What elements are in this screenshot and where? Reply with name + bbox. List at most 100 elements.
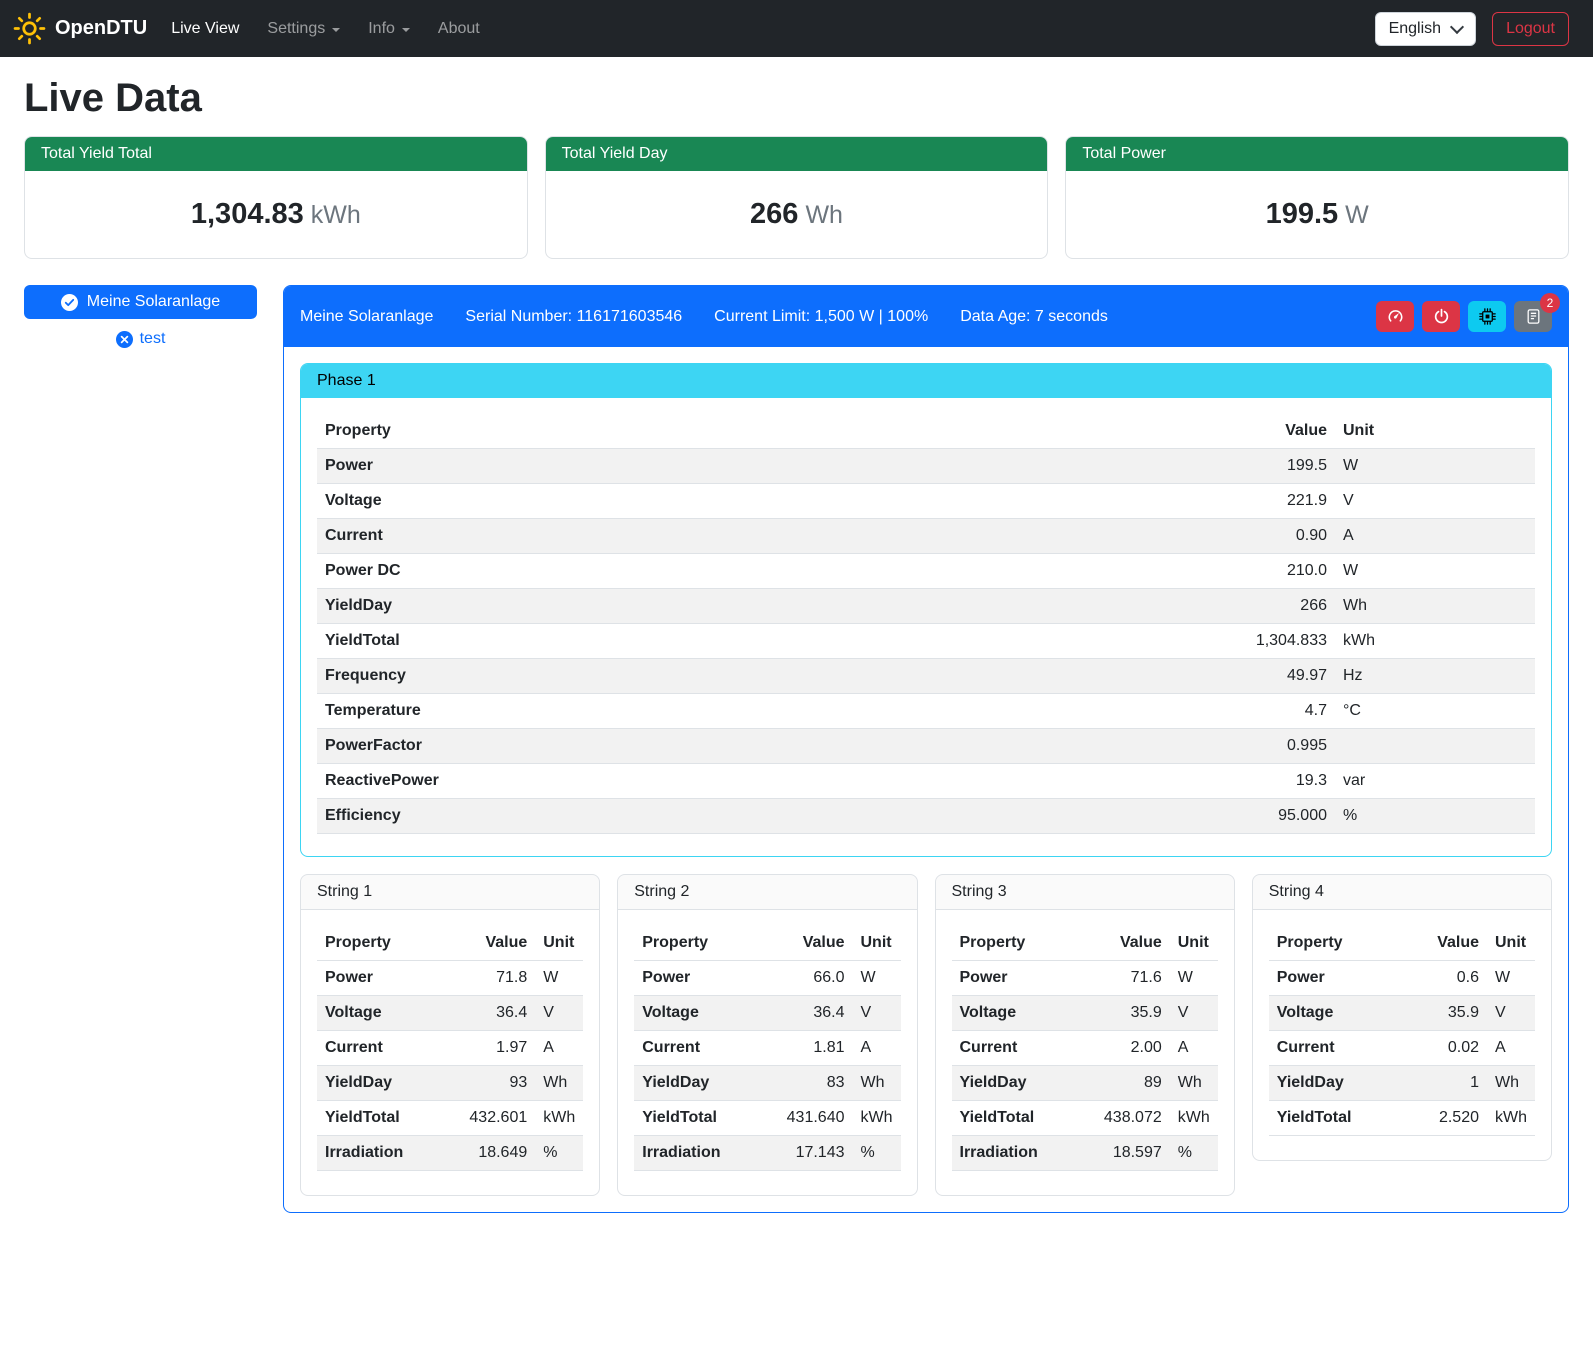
table-row: YieldTotal431.640kWh (634, 1101, 900, 1136)
table-header-row: Property Value Unit (317, 414, 1535, 449)
property-cell: Power (1269, 961, 1402, 996)
string-card-4: String 4PropertyValueUnitPower0.6WVoltag… (1252, 874, 1552, 1161)
property-cell: Voltage (317, 996, 450, 1031)
value-cell: 1,304.833 (1194, 624, 1335, 659)
property-cell: Irradiation (317, 1136, 450, 1171)
nav-item-settings[interactable]: Settings (253, 12, 354, 46)
unit-cell: A (1170, 1031, 1218, 1066)
power-button[interactable] (1422, 301, 1460, 332)
sidebar-item-label: Meine Solaranlage (87, 293, 220, 311)
table-row: Power199.5W (317, 449, 1535, 484)
navbar-right: English Logout (1375, 12, 1569, 46)
value-cell: 0.6 (1402, 961, 1487, 996)
sidebar-item-test[interactable]: test (24, 330, 257, 348)
unit-cell: % (1335, 799, 1535, 834)
table-row: Power0.6W (1269, 961, 1535, 996)
unit-cell: % (1170, 1136, 1218, 1171)
property-cell: Irradiation (952, 1136, 1085, 1171)
nav-item-info[interactable]: Info (354, 12, 424, 46)
string-card-3: String 3PropertyValueUnitPower71.6WVolta… (935, 874, 1235, 1196)
logout-button[interactable]: Logout (1492, 12, 1569, 46)
value-cell: 210.0 (1194, 554, 1335, 589)
property-cell: Power (952, 961, 1085, 996)
value-cell: 35.9 (1085, 996, 1170, 1031)
table-row: Voltage36.4V (634, 996, 900, 1031)
total-yield-total-card: Total Yield Total 1,304.83kWh (24, 136, 528, 259)
table-row: Current0.90A (317, 519, 1535, 554)
property-cell: YieldDay (952, 1066, 1085, 1101)
unit-cell: V (1487, 996, 1535, 1031)
string-table: PropertyValueUnitPower66.0WVoltage36.4VC… (634, 926, 900, 1171)
device-info-button[interactable] (1468, 301, 1506, 332)
unit-cell: Wh (1335, 589, 1535, 624)
property-cell: Current (317, 519, 1194, 554)
nav-item-live-view[interactable]: Live View (157, 12, 253, 46)
table-row: Power DC210.0W (317, 554, 1535, 589)
check-circle-icon (61, 294, 78, 311)
property-cell: Power DC (317, 554, 1194, 589)
column-header: Unit (853, 926, 901, 961)
property-cell: Voltage (952, 996, 1085, 1031)
value-cell: 17.143 (767, 1136, 852, 1171)
value-cell: 19.3 (1194, 764, 1335, 799)
unit-cell: A (1487, 1031, 1535, 1066)
value-cell: 4.7 (1194, 694, 1335, 729)
journal-icon (1525, 308, 1542, 325)
table-row: Frequency49.97Hz (317, 659, 1535, 694)
brand[interactable]: OpenDTU (13, 12, 147, 45)
column-header: Value (450, 926, 535, 961)
nav-item-label: Info (368, 20, 395, 38)
unit-cell: W (1335, 554, 1535, 589)
nav-item-label: About (438, 20, 480, 38)
brand-label: OpenDTU (55, 17, 147, 40)
property-cell: Voltage (317, 484, 1194, 519)
string-card-2: String 2 PropertyValueUnitPower66.0WVolta… (617, 874, 917, 1196)
value-cell: 83 (767, 1066, 852, 1101)
table-row: Voltage35.9V (1269, 996, 1535, 1031)
table-row: Current1.81A (634, 1031, 900, 1066)
unit-cell: kWh (1170, 1101, 1218, 1136)
value-cell: 93 (450, 1066, 535, 1101)
sidebar-item-meine-solaranlage[interactable]: Meine Solaranlage (24, 285, 257, 319)
property-cell: YieldTotal (317, 1101, 450, 1136)
limit-settings-button[interactable] (1376, 301, 1414, 332)
unit-cell: Wh (1487, 1066, 1535, 1101)
table-row: YieldTotal2.520kWh (1269, 1101, 1535, 1136)
value-cell: 1.97 (450, 1031, 535, 1066)
value-cell: 95.000 (1194, 799, 1335, 834)
column-header: Property (634, 926, 767, 961)
value-cell: 89 (1085, 1066, 1170, 1101)
value-cell: 18.597 (1085, 1136, 1170, 1171)
value-cell: 266 (1194, 589, 1335, 624)
nav-item-label: Live View (171, 20, 239, 38)
unit-cell: W (853, 961, 901, 996)
string-table: PropertyValueUnitPower0.6WVoltage35.9VCu… (1269, 926, 1535, 1136)
unit-cell: % (535, 1136, 583, 1171)
property-cell: YieldTotal (1269, 1101, 1402, 1136)
unit-cell: V (1170, 996, 1218, 1031)
value-cell: 221.9 (1194, 484, 1335, 519)
value-cell: 1.81 (767, 1031, 852, 1066)
table-row: Voltage35.9V (952, 996, 1218, 1031)
total-power-card: Total Power 199.5W (1065, 136, 1569, 259)
nav-item-about[interactable]: About (424, 12, 494, 46)
string-card-title: String 2 (618, 875, 916, 910)
table-row: YieldDay89Wh (952, 1066, 1218, 1101)
property-cell: Power (317, 449, 1194, 484)
unit-cell: Wh (853, 1066, 901, 1101)
unit-cell: kWh (853, 1101, 901, 1136)
chevron-down-icon (332, 28, 340, 32)
event-log-button[interactable]: 2 (1514, 301, 1552, 332)
property-cell: YieldDay (634, 1066, 767, 1101)
cpu-icon (1479, 308, 1496, 325)
language-select[interactable]: English (1375, 12, 1476, 46)
card-title: Total Yield Total (25, 137, 527, 171)
unit-cell: A (1335, 519, 1535, 554)
unit-cell: % (853, 1136, 901, 1171)
x-circle-icon (116, 331, 133, 348)
unit-cell: V (1335, 484, 1535, 519)
unit-cell: °C (1335, 694, 1535, 729)
table-header-row: PropertyValueUnit (1269, 926, 1535, 961)
current-limit: Current Limit: 1,500 W | 100% (714, 308, 928, 326)
table-row: YieldDay83Wh (634, 1066, 900, 1101)
